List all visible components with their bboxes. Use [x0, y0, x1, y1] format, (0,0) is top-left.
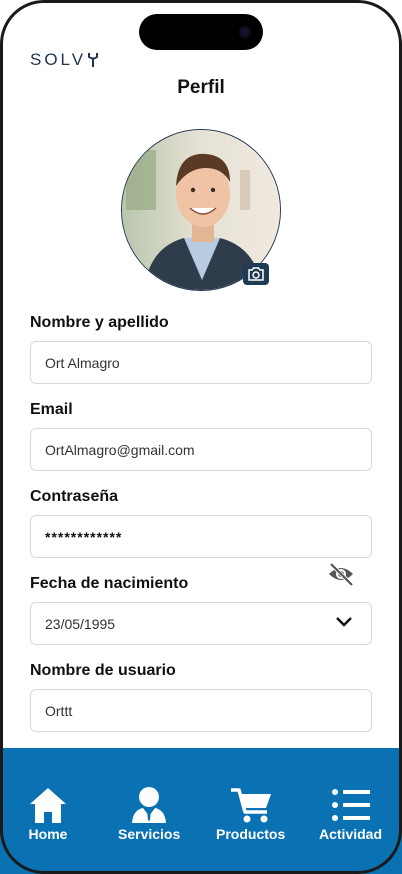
email-label: Email: [30, 401, 73, 418]
camera-icon[interactable]: [243, 263, 269, 285]
app-logo: SOLV: [30, 50, 99, 70]
home-icon: [30, 788, 66, 823]
bottom-nav: Home Servicios Productos Actividad: [0, 748, 402, 874]
nav-label-productos: Productos: [216, 826, 286, 842]
birthdate-label: Fecha de nacimiento: [30, 575, 189, 592]
avatar-section[interactable]: [121, 129, 281, 291]
username-field[interactable]: Orttt: [30, 689, 372, 732]
email-value: OrtAlmagro@gmail.com: [45, 441, 195, 458]
password-field[interactable]: ************: [30, 515, 372, 558]
nav-item-productos[interactable]: Productos: [216, 786, 285, 842]
list-icon: [331, 789, 370, 821]
nav-item-home[interactable]: Home: [28, 786, 68, 842]
cart-icon: [230, 788, 271, 823]
dynamic-island: [139, 14, 263, 50]
email-field[interactable]: OrtAlmagro@gmail.com: [30, 428, 372, 471]
wrench-icon: [88, 53, 99, 67]
password-label: Contraseña: [30, 488, 119, 505]
username-label: Nombre de usuario: [30, 662, 176, 679]
name-value: Ort Almagro: [45, 354, 120, 371]
username-value: Orttt: [45, 702, 73, 719]
password-value: ************: [45, 528, 123, 545]
nav-label-home: Home: [28, 826, 68, 842]
nav-item-servicios[interactable]: Servicios: [118, 786, 180, 842]
name-field[interactable]: Ort Almagro: [30, 341, 372, 384]
nav-item-actividad[interactable]: Actividad: [319, 786, 382, 842]
person-icon: [132, 787, 167, 823]
chevron-down-icon[interactable]: [335, 616, 353, 628]
birthdate-select[interactable]: 23/05/1995: [30, 602, 372, 645]
name-label: Nombre y apellido: [30, 314, 169, 331]
nav-label-servicios: Servicios: [118, 826, 181, 842]
birthdate-value: 23/05/1995: [45, 615, 116, 632]
eye-off-icon[interactable]: [327, 561, 355, 587]
page-title: Perfil: [177, 77, 225, 98]
nav-label-actividad: Actividad: [319, 826, 383, 842]
